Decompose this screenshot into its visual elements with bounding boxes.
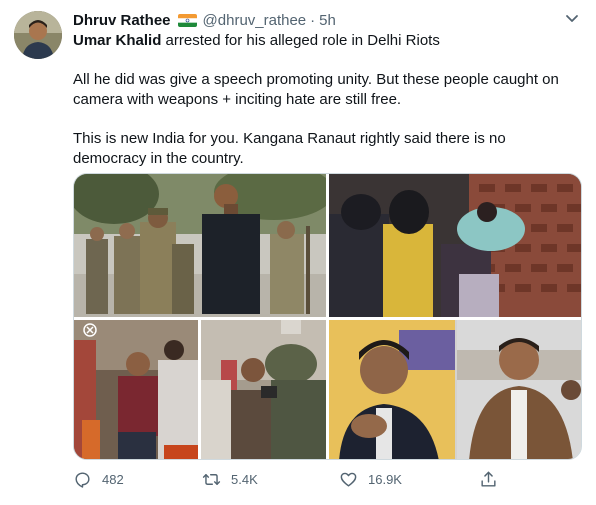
like-count: 16.9K xyxy=(368,471,402,487)
tweet-card[interactable]: Dhruv Rathee @dhruv_rathee · 5h Umar Kha… xyxy=(0,0,596,505)
author-name[interactable]: Dhruv Rathee xyxy=(73,12,171,29)
reply-button[interactable]: 482 xyxy=(73,466,124,492)
author-handle[interactable]: @dhruv_rathee xyxy=(203,12,307,29)
reply-icon xyxy=(75,471,90,488)
tweet-line-1-rest: arrested for his alleged role in Delhi R… xyxy=(161,32,440,49)
tweet-paragraph-2: All he did was give a speech promoting u… xyxy=(73,71,559,108)
photo-helmeted-police[interactable] xyxy=(201,320,326,459)
tweet-actions: 482 5.4K 16.9K xyxy=(73,466,513,492)
chevron-down-icon[interactable] xyxy=(565,13,579,25)
reply-count: 482 xyxy=(102,471,124,487)
photo-politicians[interactable] xyxy=(329,320,581,459)
heart-icon xyxy=(340,472,357,487)
tweet-timestamp[interactable]: 5h xyxy=(319,12,336,29)
india-flag-icon xyxy=(177,13,197,27)
media-grid xyxy=(73,173,582,460)
like-button[interactable]: 16.9K xyxy=(339,466,402,492)
tweet-paragraph-3: This is new India for you. Kangana Ranau… xyxy=(73,130,506,167)
retweet-icon xyxy=(202,473,221,485)
tweet-text: Umar Khalid arrested for his alleged rol… xyxy=(73,31,573,169)
retweet-button[interactable]: 5.4K xyxy=(202,466,258,492)
separator-dot: · xyxy=(310,11,316,29)
tweet-header: Dhruv Rathee @dhruv_rathee · 5h xyxy=(73,9,336,31)
mentioned-name: Umar Khalid xyxy=(73,32,162,49)
retweet-count: 5.4K xyxy=(231,471,258,487)
share-icon xyxy=(481,471,496,487)
tweet-line-1: Umar Khalid arrested for his alleged rol… xyxy=(73,31,573,51)
photo-police-street[interactable] xyxy=(74,174,326,317)
avatar[interactable] xyxy=(14,11,62,59)
share-button[interactable] xyxy=(479,466,508,492)
photo-man-with-gun[interactable] xyxy=(74,320,198,459)
photo-masked-people[interactable] xyxy=(329,174,581,317)
